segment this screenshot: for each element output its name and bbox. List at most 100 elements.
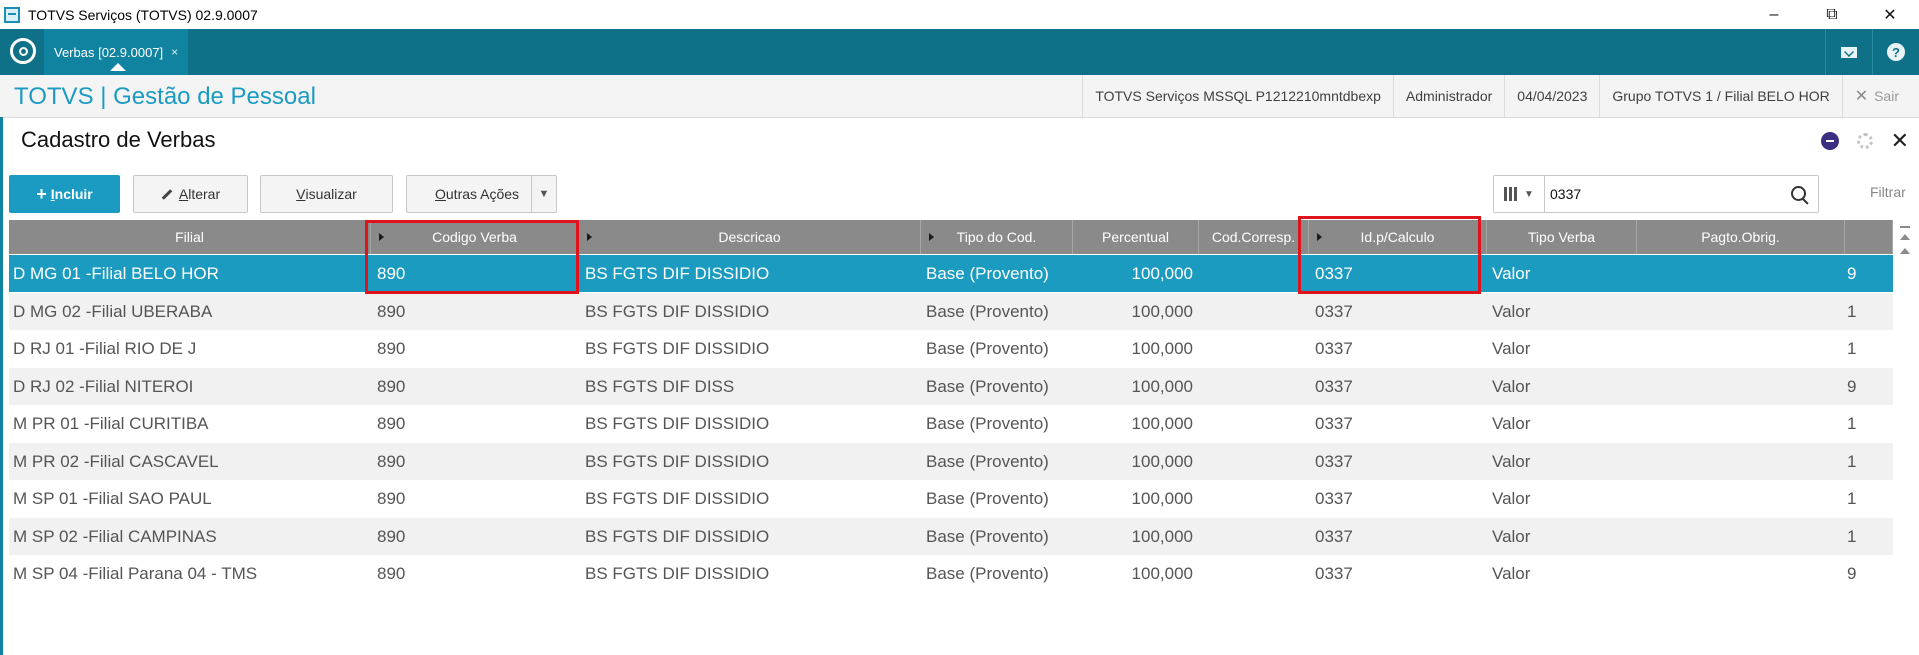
column-header-tipo-do-cod[interactable]: Tipo do Cod.	[921, 220, 1073, 254]
cell-tipo-do-cod: Base (Provento)	[926, 376, 1049, 396]
table-row[interactable]: D MG 01 -Filial BELO HOR 890 BS FGTS DIF D…	[9, 255, 1893, 292]
table-row[interactable]: D MG 02 -Filial UBERABA 890 BS FGTS DIF DI…	[9, 292, 1893, 330]
cell-descricao: BS FGTS DIF DISSIDIO	[585, 339, 770, 358]
cell-tipo-do-cod: Base (Provento)	[926, 264, 1049, 283]
cell-percentual: 100,000	[1131, 376, 1193, 396]
table-row[interactable]: M PR 01 -Filial CURITIBA 890 BS FGTS DIF D…	[9, 405, 1893, 442]
cell-filial: M SP 01 -Filial SAO PAUL	[13, 489, 212, 508]
environment-info[interactable]: TOTVS Serviços MSSQL P1212210mntdbexp	[1082, 75, 1393, 117]
cell-pagto-obrig	[1643, 293, 1845, 330]
cell-tipo-do-cod: Base (Provento)	[926, 301, 1049, 321]
restore-icon[interactable]: ⧉	[1803, 0, 1861, 29]
cell-percentual: 100,000	[1131, 339, 1193, 358]
gear-icon[interactable]	[1856, 133, 1873, 149]
cell-tipo-verba: Valor	[1492, 451, 1531, 471]
cell-tipo-verba: Valor	[1492, 414, 1531, 433]
cell-pagto-obrig	[1643, 368, 1845, 405]
record-indicator-icon[interactable]	[1820, 132, 1839, 150]
cell-id-calculo: 0337	[1315, 564, 1353, 583]
logout-icon: ✕	[1854, 88, 1869, 105]
column-header-descricao[interactable]: Descricao	[579, 220, 921, 254]
cell-tipo-do-cod: Base (Provento)	[926, 564, 1049, 583]
cell-filial: D MG 02 -Filial UBERABA	[13, 301, 213, 321]
cell-cod-corresp	[1205, 368, 1309, 405]
pencil-icon	[161, 188, 173, 200]
column-header-tipo-verba[interactable]: Tipo Verba	[1487, 220, 1637, 254]
window-controls: – ⧉ ✕	[1745, 0, 1919, 29]
cell-codigo-verba: 890	[377, 301, 406, 321]
tabbar-actions: ?	[1825, 29, 1919, 75]
visualizar-button[interactable]: Visualizar	[260, 175, 393, 213]
cell-extra: 1	[1847, 414, 1857, 433]
tab-close-icon[interactable]: ×	[171, 45, 178, 59]
incluir-button[interactable]: + Incluir	[9, 175, 120, 213]
cell-codigo-verba: 890	[377, 376, 406, 396]
column-header-cod-corresp[interactable]: Cod.Corresp.	[1199, 220, 1309, 254]
search-input[interactable]	[1550, 176, 1780, 212]
search-box: ▼	[1493, 175, 1819, 213]
cell-extra: 1	[1847, 451, 1857, 471]
cell-cod-corresp	[1205, 555, 1309, 592]
column-header-filial[interactable]: Filial	[9, 220, 371, 254]
user-info[interactable]: Administrador	[1392, 75, 1504, 117]
table-row[interactable]: M SP 02 -Filial CAMPINAS 890 BS FGTS DIF D…	[9, 517, 1893, 555]
scroll-page-up-icon[interactable]	[1900, 234, 1910, 240]
totvs-home-icon[interactable]	[10, 38, 36, 64]
table-row[interactable]: M SP 04 -Filial Parana 04 - TMS 890 BS FGT…	[9, 555, 1893, 592]
column-chooser-button[interactable]: ▼	[1494, 176, 1545, 212]
minimize-icon[interactable]: –	[1745, 0, 1803, 29]
cell-filial: M PR 02 -Filial CASCAVEL	[13, 451, 219, 471]
page-title: Cadastro de Verbas	[21, 127, 216, 152]
column-header-extra[interactable]	[1845, 220, 1893, 254]
outras-acoes-button[interactable]: Outras Ações ▼	[406, 175, 557, 213]
cell-tipo-do-cod: Base (Provento)	[926, 526, 1049, 546]
cell-filial: M SP 02 -Filial CAMPINAS	[13, 526, 217, 546]
cell-tipo-verba: Valor	[1492, 526, 1531, 546]
window-titlebar: TOTVS Serviços (TOTVS) 02.9.0007 – ⧉ ✕	[0, 0, 1919, 29]
table-row[interactable]: M PR 02 -Filial CASCAVEL 890 BS FGTS DIF D…	[9, 442, 1893, 480]
cell-filial: D MG 01 -Filial BELO HOR	[13, 264, 219, 283]
alterar-button[interactable]: Alterar	[133, 175, 248, 213]
header-info: TOTVS Serviços MSSQL P1212210mntdbexp Ad…	[1082, 75, 1919, 117]
cell-codigo-verba: 890	[377, 564, 406, 583]
cell-percentual: 100,000	[1131, 526, 1193, 546]
close-page-icon[interactable]: ✕	[1891, 130, 1909, 152]
search-icon[interactable]	[1791, 186, 1806, 201]
logout-button[interactable]: ✕ Sair	[1841, 75, 1919, 117]
cell-percentual: 100,000	[1131, 564, 1193, 583]
cell-codigo-verba: 890	[377, 339, 406, 358]
chevron-down-icon[interactable]: ▼	[531, 176, 556, 212]
mail-icon[interactable]	[1825, 29, 1872, 75]
table-row[interactable]: D RJ 01 -Filial RIO DE J 890 BS FGTS DIF D…	[9, 330, 1893, 367]
close-window-icon[interactable]: ✕	[1861, 0, 1919, 29]
company-info[interactable]: Grupo TOTVS 1 / Filial BELO HOR	[1599, 75, 1841, 117]
cell-id-calculo: 0337	[1315, 451, 1353, 471]
cell-id-calculo: 0337	[1315, 339, 1353, 358]
cell-extra: 1	[1847, 339, 1857, 358]
table-row[interactable]: D RJ 02 -Filial NITEROI 890 BS FGTS DIF DI…	[9, 367, 1893, 405]
cell-filial: M PR 01 -Filial CURITIBA	[13, 414, 209, 433]
cell-cod-corresp	[1205, 293, 1309, 330]
filter-link[interactable]: Filtrar	[1870, 184, 1906, 200]
cell-tipo-verba: Valor	[1492, 301, 1531, 321]
scroll-top-icon[interactable]	[1895, 226, 1915, 228]
cell-pagto-obrig	[1643, 443, 1845, 480]
help-icon[interactable]: ?	[1872, 29, 1919, 75]
cell-cod-corresp	[1205, 480, 1309, 517]
cell-id-calculo: 0337	[1315, 414, 1353, 433]
date-info[interactable]: 04/04/2023	[1504, 75, 1599, 117]
scroll-up-icon[interactable]	[1900, 248, 1910, 254]
vertical-scrollbar[interactable]	[1895, 220, 1915, 655]
app-tab-bar: Verbas [02.9.0007] × ?	[0, 29, 1919, 75]
cell-descricao: BS FGTS DIF DISSIDIO	[585, 526, 770, 546]
cell-id-calculo: 0337	[1315, 376, 1353, 396]
cell-extra: 9	[1847, 264, 1857, 283]
cell-codigo-verba: 890	[377, 489, 406, 508]
column-header-pagto-obrig[interactable]: Pagto.Obrig.	[1637, 220, 1845, 254]
app-window-icon	[4, 6, 20, 23]
column-header-percentual[interactable]: Percentual	[1073, 220, 1199, 254]
cell-pagto-obrig	[1643, 518, 1845, 555]
cell-cod-corresp	[1205, 255, 1309, 292]
table-row[interactable]: M SP 01 -Filial SAO PAUL 890 BS FGTS DIF D…	[9, 480, 1893, 517]
columns-icon	[1504, 187, 1518, 201]
